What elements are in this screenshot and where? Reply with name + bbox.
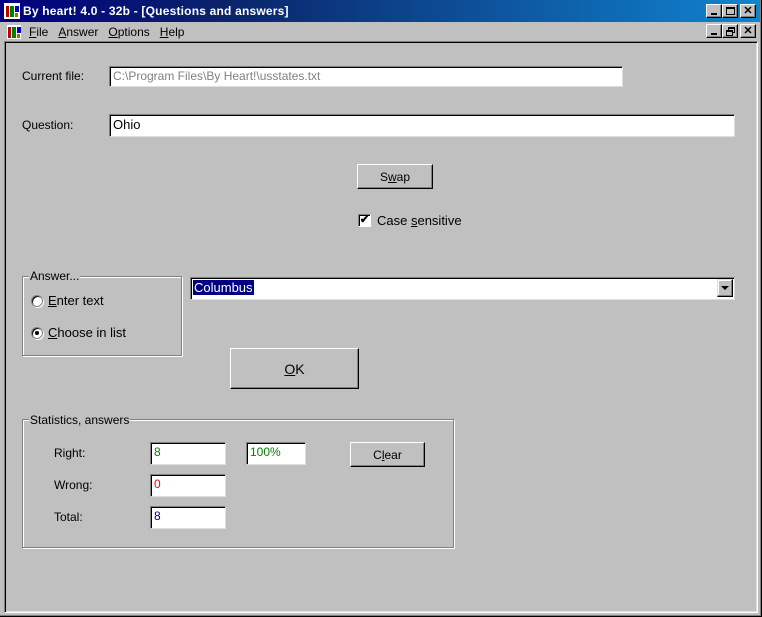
clear-button[interactable]: Cl ear [350,442,425,467]
checkmark-icon[interactable]: ✔ [358,214,371,227]
answer-dropdown-button[interactable] [717,279,733,297]
title-bar[interactable]: By heart! 4.0 - 32b - [Questions and ans… [0,0,762,22]
chevron-down-icon [721,286,729,290]
minimize-icon [711,33,717,35]
child-close-button[interactable]: ✕ [740,24,756,38]
window-title: By heart! 4.0 - 32b - [Questions and ans… [23,4,289,18]
minimize-button[interactable] [706,4,722,18]
answer-group-title: Answer... [29,269,81,283]
case-sensitive-checkbox[interactable]: ✔ Case sensitive [358,213,462,228]
close-button[interactable]: ✕ [740,4,756,18]
close-icon: ✕ [743,24,753,37]
current-file-field: C:\Program Files\By Heart!\usstates.txt [109,66,623,87]
wrong-label: Wrong: [54,478,93,492]
radio-enter-text-label: Enter text [48,293,104,308]
total-count-field: 8 [150,506,226,529]
question-label: Question: [22,118,74,132]
statistics-group-title: Statistics, answers [29,413,131,427]
child-restore-button[interactable] [722,24,738,38]
wrong-count-field: 0 [150,474,226,497]
app-icon[interactable] [4,3,20,19]
right-count-field: 8 [150,442,226,465]
minimize-icon [711,13,717,15]
answer-selected-value: Columbus [193,280,254,295]
close-icon: ✕ [743,4,753,17]
restore-icon [725,26,735,36]
menu-answer[interactable]: Answer [53,25,103,39]
child-minimize-button[interactable] [706,24,722,38]
answer-combobox[interactable]: Columbus [190,277,735,300]
current-file-label: Current file: [22,69,85,83]
maximize-icon [725,7,735,15]
radio-choose-in-list[interactable]: Choose in list [31,325,126,340]
menu-options[interactable]: Options [103,25,154,39]
menu-bar: File Answer Options Help [0,22,762,41]
answer-mode-group [22,276,182,356]
swap-button[interactable]: Sw ap [357,164,433,189]
case-sensitive-label: Case sensitive [377,213,462,228]
radio-button-icon[interactable] [31,294,43,307]
total-label: Total: [54,510,83,524]
question-field[interactable]: Ohio [109,114,735,137]
radio-button-selected-icon[interactable] [31,326,43,339]
radio-enter-text[interactable]: Enter text [31,293,104,308]
menu-help[interactable]: Help [155,25,190,39]
child-window-icon[interactable] [6,23,22,40]
right-percent-field: 100% [246,442,306,465]
right-label: Right: [54,446,86,460]
maximize-button[interactable] [722,4,738,18]
ok-button[interactable]: OK [230,348,359,389]
radio-choose-in-list-label: Choose in list [48,325,127,340]
menu-file[interactable]: File [24,25,53,39]
